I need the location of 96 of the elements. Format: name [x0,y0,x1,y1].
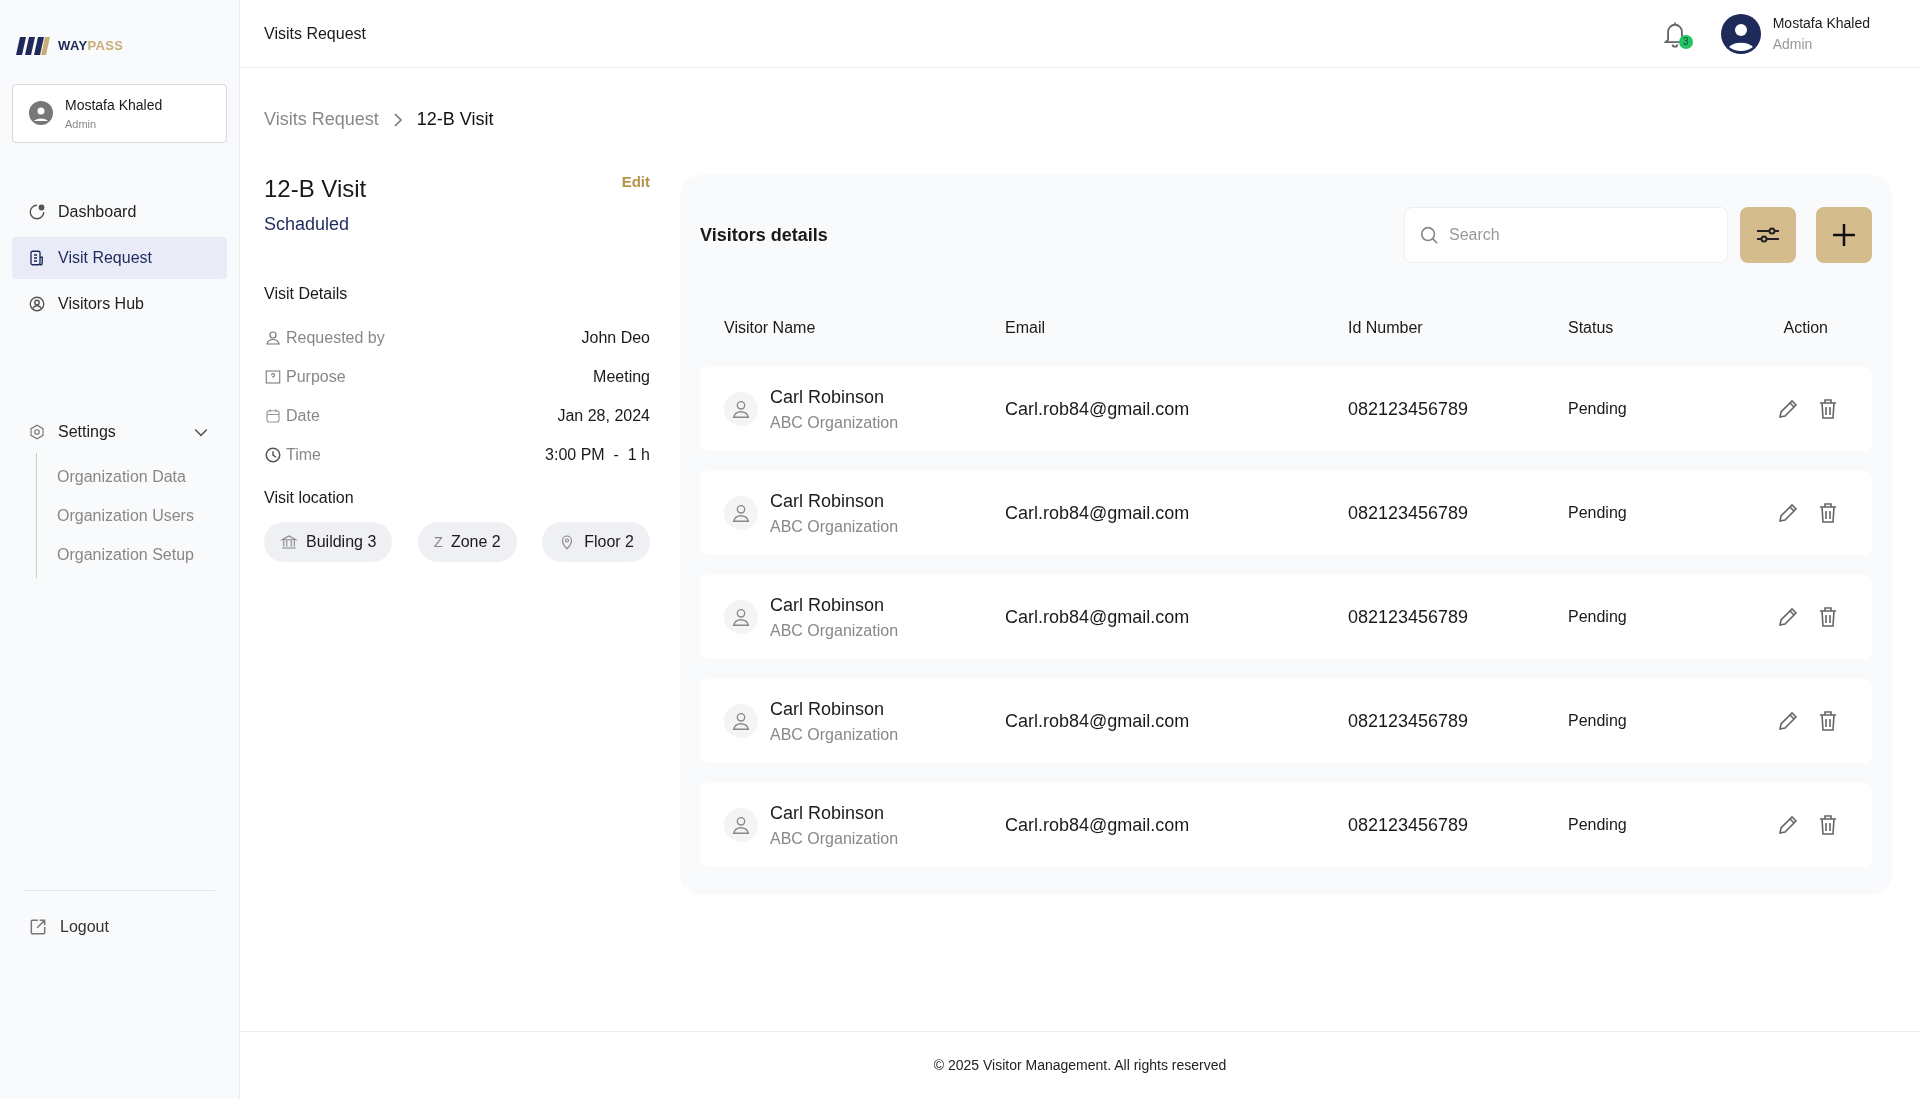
email-cell-text: Carl.rob84@gmail.com [1005,605,1191,629]
search-field[interactable]: Search [1404,207,1728,263]
user-name: Mostafa Khaled [65,95,163,115]
status-cell-text: Pending [1568,607,1628,627]
nav-item[interactable]: Dashboard [12,191,227,233]
visitor-name: Carl Robinson [770,801,886,825]
person-icon [730,606,752,628]
notification-badge: 3 [1678,34,1693,49]
column-header: Email [1005,318,1046,338]
status-cell-text: Pending [1568,399,1628,419]
status-cell-text: Pending [1568,711,1628,731]
letter-icon: Z [433,530,443,554]
building-icon [280,533,298,551]
detail-label: Date [286,405,320,426]
detail-value: Meeting [593,366,650,387]
visitor-organization: ABC Organization [770,724,899,745]
person-icon [730,814,752,836]
email-cell-text: Carl.rob84@gmail.com [1005,501,1191,525]
logout-icon [28,917,48,937]
question-icon [264,367,282,386]
detail-label: Time [286,444,321,465]
users-icon [28,295,46,313]
logout-link[interactable]: Logout [24,915,215,939]
id-number-cell-text: 082123456789 [1348,605,1470,629]
header-user-name: Mostafa Khaled [1772,13,1870,33]
pencil-icon [1776,397,1800,421]
avatar-icon [1720,13,1761,54]
status-cell-text: Pending [1568,815,1628,835]
visit-status: Schaduled [264,213,351,236]
footer-text: © 2025 Visitor Management. All rights reserved [933,1056,1227,1075]
person-icon [730,710,752,732]
location-chip: Building 3 [264,522,393,562]
column-header: Id Number [1348,318,1424,338]
email-cell-text: Carl.rob84@gmail.com [1005,709,1191,733]
breadcrumb-link[interactable]: Visits Request [264,106,379,133]
edit-button[interactable] [1776,501,1800,525]
detail-value: Jan 28, 2024 [557,405,650,426]
email-cell-text: Carl.rob84@gmail.com [1005,397,1191,421]
search-icon [1418,224,1440,246]
logo-wordmark: WAYPASS [58,37,124,55]
nav-item[interactable]: Visitors Hub [12,283,227,325]
column-header: Action [1783,318,1829,338]
visitor-organization: ABC Organization [770,828,899,849]
detail-label: Requested by [286,327,385,348]
nav-item[interactable]: Visit Request [12,237,227,279]
detail-label: Purpose [286,366,346,387]
location-chip: Z Zone 2 [417,522,517,562]
column-header: Status [1568,318,1615,338]
person-icon [264,328,282,347]
calendar-icon [264,406,282,425]
email-cell-text: Carl.rob84@gmail.com [1005,813,1191,837]
header-user-role: Admin [1772,34,1814,54]
logo-icon [16,36,50,55]
edit-button[interactable] [1776,397,1800,421]
pencil-icon [1776,501,1800,525]
user-role: Admin [65,116,98,132]
person-icon [730,398,752,420]
filter-button[interactable] [1740,207,1796,263]
edit-button[interactable] [1776,709,1800,733]
edit-button[interactable] [1776,605,1800,629]
avatar-icon [29,101,53,126]
document-icon [28,249,46,267]
visitor-organization: ABC Organization [770,412,899,433]
person-icon [730,502,752,524]
section-heading: Visit location [264,488,355,508]
dashboard-icon [28,203,46,221]
card-title: Visitors details [700,223,829,247]
detail-value: John Deo [581,327,650,348]
id-number-cell-text: 082123456789 [1348,709,1470,733]
pencil-icon [1776,709,1800,733]
column-header: Visitor Name [724,318,817,338]
visitor-name: Carl Robinson [770,385,886,409]
visitor-organization: ABC Organization [770,516,899,537]
add-button[interactable] [1816,207,1872,263]
status-cell-text: Pending [1568,503,1628,523]
pencil-icon [1776,813,1800,837]
id-number-cell-text: 082123456789 [1348,397,1470,421]
page-title: Visits Request [264,23,367,44]
section-heading: Visit Details [264,284,349,304]
visitor-name: Carl Robinson [770,489,886,513]
edit-button[interactable] [1776,813,1800,837]
visitor-name: Carl Robinson [770,697,886,721]
detail-value: 3:00 PM - 1 h [545,444,650,465]
visitor-organization: ABC Organization [770,620,899,641]
settings-icon [28,423,46,441]
id-number-cell-text: 082123456789 [1348,501,1470,525]
breadcrumb-link[interactable]: 12-B Visit [416,106,494,133]
settings-toggle[interactable]: Settings [12,411,227,453]
visit-title: 12-B Visit [264,174,367,204]
location-chip: Floor 2 [542,522,650,562]
visitor-name: Carl Robinson [770,593,886,617]
plus-icon [1831,222,1857,248]
user-card[interactable]: Mostafa Khaled Admin [12,83,227,143]
id-number-cell-text: 082123456789 [1348,813,1470,837]
clock-icon [264,445,282,464]
pencil-icon [1776,605,1800,629]
